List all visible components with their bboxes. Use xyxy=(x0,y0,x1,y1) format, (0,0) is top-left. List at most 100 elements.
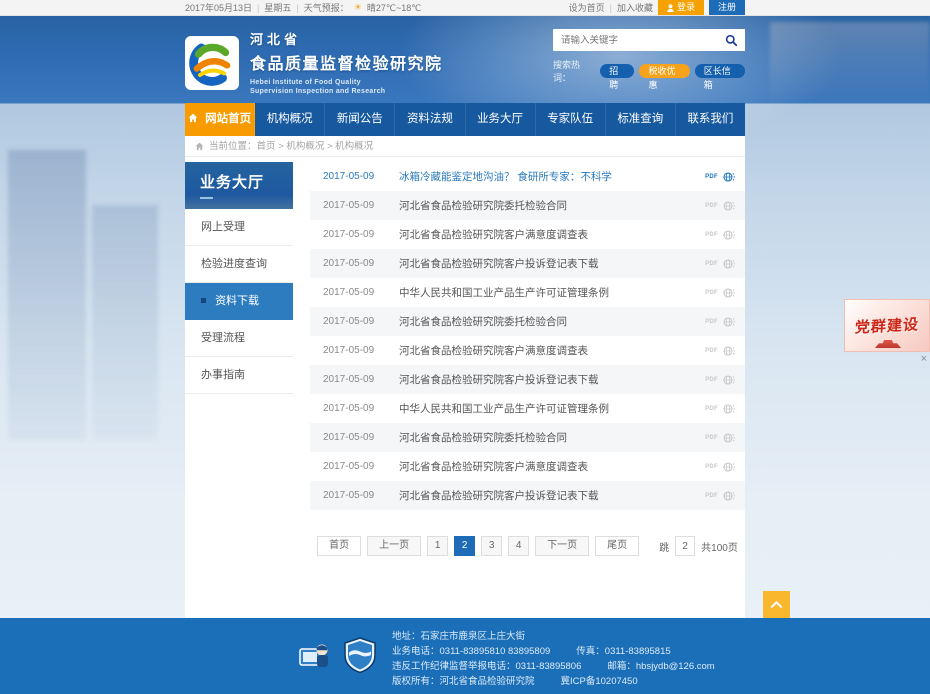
org-name-cn-line1: 河北省 xyxy=(250,29,443,48)
nav-item-label: 网站首页 xyxy=(205,113,251,125)
nav-item[interactable]: 专家队伍 xyxy=(536,103,606,136)
back-to-top-button[interactable] xyxy=(763,591,790,618)
security-badge-icon[interactable] xyxy=(343,637,377,689)
sidebar-item[interactable]: 受理流程 xyxy=(185,320,293,357)
title-dash xyxy=(200,197,213,199)
pdf-icon[interactable]: PDF xyxy=(705,348,718,354)
nav-item[interactable]: 联系我们 xyxy=(676,103,745,136)
list-item-title[interactable]: 河北省食品检验研究院委托检验合同 xyxy=(399,430,705,445)
sidebar-item-label: 资料下载 xyxy=(215,295,259,307)
list-item-actions: PDF xyxy=(705,431,735,445)
pagination-next[interactable]: 下一页 xyxy=(535,536,589,556)
list-item-date: 2017-05-09 xyxy=(323,287,385,298)
nav-item[interactable]: 资料法规 xyxy=(395,103,465,136)
list-item-actions: PDF xyxy=(705,199,735,213)
list-item-actions: PDF xyxy=(705,286,735,300)
hot-tag[interactable]: 招聘 xyxy=(600,64,634,78)
globe-download-icon[interactable] xyxy=(721,344,735,358)
login-button[interactable]: 登录 xyxy=(658,0,704,15)
globe-download-icon[interactable] xyxy=(721,431,735,445)
footer-badges xyxy=(297,637,377,689)
pdf-icon[interactable]: PDF xyxy=(705,174,718,180)
list-item-title[interactable]: 河北省食品检验研究院客户投诉登记表下载 xyxy=(399,256,705,271)
nav-item[interactable]: 机构概况 xyxy=(255,103,325,136)
list-item: 2017-05-09 河北省食品检验研究院客户投诉登记表下载 PDF xyxy=(310,481,745,510)
list-item-title[interactable]: 中华人民共和国工业产品生产许可证管理条例 xyxy=(399,285,705,300)
sidebar-item[interactable]: 网上受理 xyxy=(185,209,293,246)
nav-item[interactable]: 业务大厅 xyxy=(466,103,536,136)
globe-download-icon[interactable] xyxy=(721,170,735,184)
weekday-text: 星期五 xyxy=(264,1,291,14)
globe-download-icon[interactable] xyxy=(721,489,735,503)
list-item-date: 2017-05-09 xyxy=(323,345,385,356)
jump-page-input[interactable] xyxy=(675,536,695,556)
list-item-title[interactable]: 河北省食品检验研究院客户投诉登记表下载 xyxy=(399,372,705,387)
pdf-icon[interactable]: PDF xyxy=(705,377,718,383)
list-item-title[interactable]: 冰箱冷藏能鉴定地沟油？ 食研所专家：不科学 xyxy=(399,169,705,184)
list-item-title[interactable]: 河北省食品检验研究院客户投诉登记表下载 xyxy=(399,488,705,503)
globe-download-icon[interactable] xyxy=(721,228,735,242)
globe-download-icon[interactable] xyxy=(721,460,735,474)
pdf-icon[interactable]: PDF xyxy=(705,319,718,325)
pdf-icon[interactable]: PDF xyxy=(705,261,718,267)
pdf-icon[interactable]: PDF xyxy=(705,406,718,412)
register-button[interactable]: 注册 xyxy=(709,0,745,15)
nav-item[interactable]: 标准查询 xyxy=(606,103,676,136)
nav-item[interactable]: 网站首页 xyxy=(185,103,255,136)
set-home-link[interactable]: 设为首页 xyxy=(569,1,605,14)
pagination-page[interactable]: 4 xyxy=(508,536,529,556)
breadcrumb[interactable]: 当前位置：首页 > 机构概况 > 机构概况 xyxy=(185,136,745,157)
nav-item-label: 标准查询 xyxy=(617,113,663,125)
globe-download-icon[interactable] xyxy=(721,257,735,271)
cyber-police-icon[interactable] xyxy=(297,637,333,689)
list-item-date: 2017-05-09 xyxy=(323,374,385,385)
sidebar-item[interactable]: 资料下载 xyxy=(185,283,293,320)
banner-close-icon[interactable]: × xyxy=(921,354,927,364)
globe-download-icon[interactable] xyxy=(721,199,735,213)
globe-download-icon[interactable] xyxy=(721,402,735,416)
home-icon xyxy=(195,142,204,151)
pagination-page[interactable]: 1 xyxy=(427,536,448,556)
search-input[interactable] xyxy=(553,35,717,46)
pdf-icon[interactable]: PDF xyxy=(705,435,718,441)
sidebar-item[interactable]: 检验进度查询 xyxy=(185,246,293,283)
pdf-icon[interactable]: PDF xyxy=(705,203,718,209)
pdf-icon[interactable]: PDF xyxy=(705,232,718,238)
sidebar-item[interactable]: 办事指南 xyxy=(185,357,293,394)
footer-phones: 业务电话：0311-83895810 83895809传真：0311-83895… xyxy=(392,644,715,659)
hot-words-label: 搜索热词： xyxy=(553,58,595,84)
pagination-first[interactable]: 首页 xyxy=(317,536,361,556)
search-icon xyxy=(725,34,738,47)
globe-download-icon[interactable] xyxy=(721,373,735,387)
list-item-title[interactable]: 河北省食品检验研究院委托检验合同 xyxy=(399,198,705,213)
party-building-banner[interactable]: 党群建设 xyxy=(844,299,930,352)
sun-icon: ☀ xyxy=(354,2,362,13)
globe-download-icon[interactable] xyxy=(721,286,735,300)
pagination-page[interactable]: 2 xyxy=(454,536,475,556)
list-item-date: 2017-05-09 xyxy=(323,316,385,327)
pdf-icon[interactable]: PDF xyxy=(705,493,718,499)
pagination-prev[interactable]: 上一页 xyxy=(367,536,421,556)
nav-item[interactable]: 新闻公告 xyxy=(325,103,395,136)
list-item-title[interactable]: 河北省食品检验研究院客户满意度调查表 xyxy=(399,343,705,358)
nav-item-label: 专家队伍 xyxy=(547,113,593,125)
list-item-title[interactable]: 河北省食品检验研究院客户满意度调查表 xyxy=(399,459,705,474)
hot-tag[interactable]: 区长信箱 xyxy=(695,64,745,78)
breadcrumb-text: 当前位置：首页 > 机构概况 > 机构概况 xyxy=(209,136,373,157)
list-item-title[interactable]: 河北省食品检验研究院客户满意度调查表 xyxy=(399,227,705,242)
org-logo-link[interactable]: 河北省 食品质量监督检验研究院 Hebei Institute of Food … xyxy=(185,22,443,103)
pdf-icon[interactable]: PDF xyxy=(705,290,718,296)
list-item-title[interactable]: 中华人民共和国工业产品生产许可证管理条例 xyxy=(399,401,705,416)
pagination-last[interactable]: 尾页 xyxy=(595,536,639,556)
sidebar-item-label: 受理流程 xyxy=(201,332,245,344)
globe-download-icon[interactable] xyxy=(721,315,735,329)
pagination-page[interactable]: 3 xyxy=(481,536,502,556)
total-pages-label: 共100页 xyxy=(701,539,738,554)
add-favorite-link[interactable]: 加入收藏 xyxy=(617,1,653,14)
list-item-actions: PDF xyxy=(705,402,735,416)
hot-tag[interactable]: 税收优惠 xyxy=(639,64,689,78)
list-item: 2017-05-09 中华人民共和国工业产品生产许可证管理条例 PDF xyxy=(310,278,745,307)
pdf-icon[interactable]: PDF xyxy=(705,464,718,470)
list-item-title[interactable]: 河北省食品检验研究院委托检验合同 xyxy=(399,314,705,329)
search-button[interactable] xyxy=(717,29,745,51)
